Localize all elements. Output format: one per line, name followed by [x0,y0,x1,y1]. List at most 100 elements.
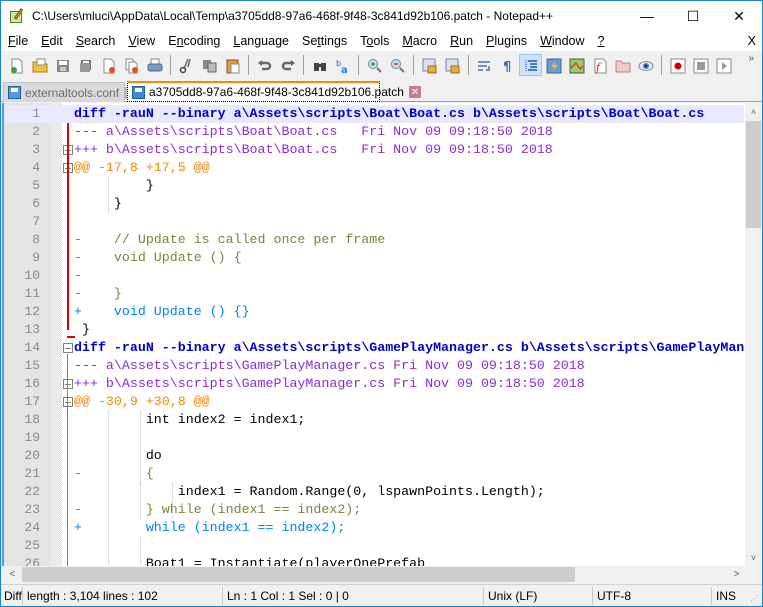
close-document-button[interactable]: X [748,31,756,51]
sync-vertical-button[interactable] [418,54,441,76]
open-file-button[interactable] [28,54,51,76]
scroll-down-arrow-icon[interactable]: ˅ [745,549,762,566]
find-button[interactable] [308,54,331,76]
scroll-left-arrow-icon[interactable]: < [4,566,21,583]
close-all-button[interactable] [120,54,143,76]
word-wrap-button[interactable] [473,54,496,76]
editor-line[interactable]: 17 @@ -30,9 +30,8 @@ [4,393,744,411]
close-window-button[interactable]: ✕ [716,1,762,31]
notepadpp-app-icon[interactable] [9,8,25,24]
menu-item-help[interactable]: ? [591,31,611,51]
editor-line[interactable]: 26 Boat1 = Instantiate(playerOnePrefab [4,555,744,566]
undo-button[interactable] [253,54,276,76]
replace-button[interactable]: ba [331,54,354,76]
menu-item-plugins[interactable]: Plugins [479,31,533,51]
editor-line[interactable]: 25 [4,537,744,555]
editor-line[interactable]: 20 do [4,447,744,465]
cut-button[interactable] [175,54,198,76]
show-all-chars-button[interactable]: ¶ [496,54,519,76]
menu-item-file[interactable]: File [1,31,34,51]
editor-line[interactable]: 13 } [4,321,744,339]
line-number: 24 [24,520,40,535]
stop-recording-button[interactable] [689,54,712,76]
editor-line[interactable]: 22 index1 = Random.Range(0, lspawnPoints… [4,483,744,501]
toolbar-separator [303,55,304,75]
menu-item-macro[interactable]: Macro [395,31,443,51]
monitoring-button[interactable] [634,54,657,76]
scroll-right-arrow-icon[interactable]: > [728,566,745,583]
editor-line[interactable]: 9 - void Update () { [4,249,744,267]
copy-button[interactable] [198,54,221,76]
toolbar-separator [170,55,171,75]
menu-item-run[interactable]: Run [443,31,479,51]
zoom-in-button[interactable] [363,54,386,76]
close-file-button[interactable] [97,54,120,76]
new-file-button[interactable] [5,54,28,76]
vertical-scroll-thumb[interactable] [746,121,761,228]
editor-line[interactable]: 6 } [4,195,744,213]
menu-item-language[interactable]: Language [226,31,295,51]
editor-line[interactable]: 19 [4,429,744,447]
editor-line[interactable]: 24 + while (index1 == index2); [4,519,744,537]
status-encoding[interactable]: UTF-8 [594,585,631,607]
document-map-button[interactable] [565,54,588,76]
maximize-button[interactable]: ☐ [670,1,716,31]
minimize-button[interactable]: — [624,1,670,31]
line-number: 23 [24,502,40,517]
editor-line[interactable]: 5 } [4,177,744,195]
editor-line[interactable]: 7 [4,213,744,231]
scroll-up-arrow-icon[interactable]: ˄ [745,103,762,120]
status-eol-format[interactable]: Unix (LF) [485,585,537,607]
folder-workspace-button[interactable] [611,54,634,76]
tab-patch-file[interactable]: a3705dd8-97a6-468f-9f48-3c841d92b106.pat… [127,81,421,102]
user-defined-language-button[interactable] [542,54,565,76]
function-list-button[interactable]: f [588,54,611,76]
editor-line[interactable]: 23 - } while (index1 == index2); [4,501,744,519]
menu-item-encoding[interactable]: Encoding [161,31,226,51]
status-insert-mode[interactable]: INS [713,585,736,607]
editor-line[interactable]: 21 - { [4,465,744,483]
text-editor[interactable]: 1 diff -rauN --binary a\Assets\scripts\Bo… [2,103,762,566]
menu-item-settings[interactable]: Settings [295,31,353,51]
paste-button[interactable] [221,54,244,76]
editor-line[interactable]: 15 --- a\Assets\scripts\GamePlayManager.c… [4,357,744,375]
tab-close-icon[interactable]: ✕ [408,86,421,98]
save-button[interactable] [51,54,74,76]
editor-line[interactable]: 16 +++ b\Assets\scripts\GamePlayManager.c… [4,375,744,393]
indent-guide-button[interactable] [519,54,542,76]
editor-line[interactable]: 3 +++ b\Assets\scripts\Boat\Boat.cs Fri N… [4,141,744,159]
menu-item-edit[interactable]: Edit [34,31,69,51]
line-text: --- a\Assets\scripts\GamePlayManager.cs … [74,358,585,373]
line-number: 11 [24,286,40,301]
sync-horizontal-button[interactable] [441,54,464,76]
save-all-button[interactable] [74,54,97,76]
editor-line[interactable]: 1 diff -rauN --binary a\Assets\scripts\Bo… [4,105,744,123]
menu-item-tools[interactable]: Tools [353,31,395,51]
menu-item-view[interactable]: View [121,31,161,51]
zoom-out-button[interactable] [386,54,409,76]
editor-line[interactable]: 14 diff -rauN --binary a\Assets\scripts\G… [4,339,762,357]
record-macro-button[interactable] [666,54,689,76]
menu-item-search[interactable]: Search [69,31,122,51]
editor-line[interactable]: 8 - // Update is called once per frame [4,231,744,249]
line-number: 9 [32,250,40,265]
editor-line[interactable]: 12 + void Update () {} [4,303,744,321]
toolbar: b a ¶ f » [1,51,762,79]
tab-externaltools-conf[interactable]: externaltools.conf ✕ [3,82,137,102]
editor-line[interactable]: 2 --- a\Assets\scripts\Boat\Boat.cs Fri N… [4,123,744,141]
editor-line[interactable]: 11 - } [4,285,744,303]
print-button[interactable] [143,54,166,76]
horizontal-scroll-thumb[interactable] [22,567,575,582]
vertical-scrollbar[interactable]: ˄ ˅ [745,103,762,566]
playback-macro-button[interactable] [712,54,735,76]
menu-item-window[interactable]: Window [533,31,590,51]
editor-lines: 1 diff -rauN --binary a\Assets\scripts\Bo… [4,105,762,566]
toolbar-overflow-chevron-icon[interactable]: » [748,53,754,64]
horizontal-scrollbar[interactable]: < > [4,566,745,583]
editor-line[interactable]: 10 - [4,267,744,285]
editor-line[interactable]: 18 int index2 = index1; [4,411,744,429]
redo-button[interactable] [276,54,299,76]
resize-grip-icon[interactable]: ⋰ [750,594,760,604]
editor-line[interactable]: 4 @@ -17,8 +17,5 @@ [4,159,744,177]
close-all-icon [124,58,139,73]
